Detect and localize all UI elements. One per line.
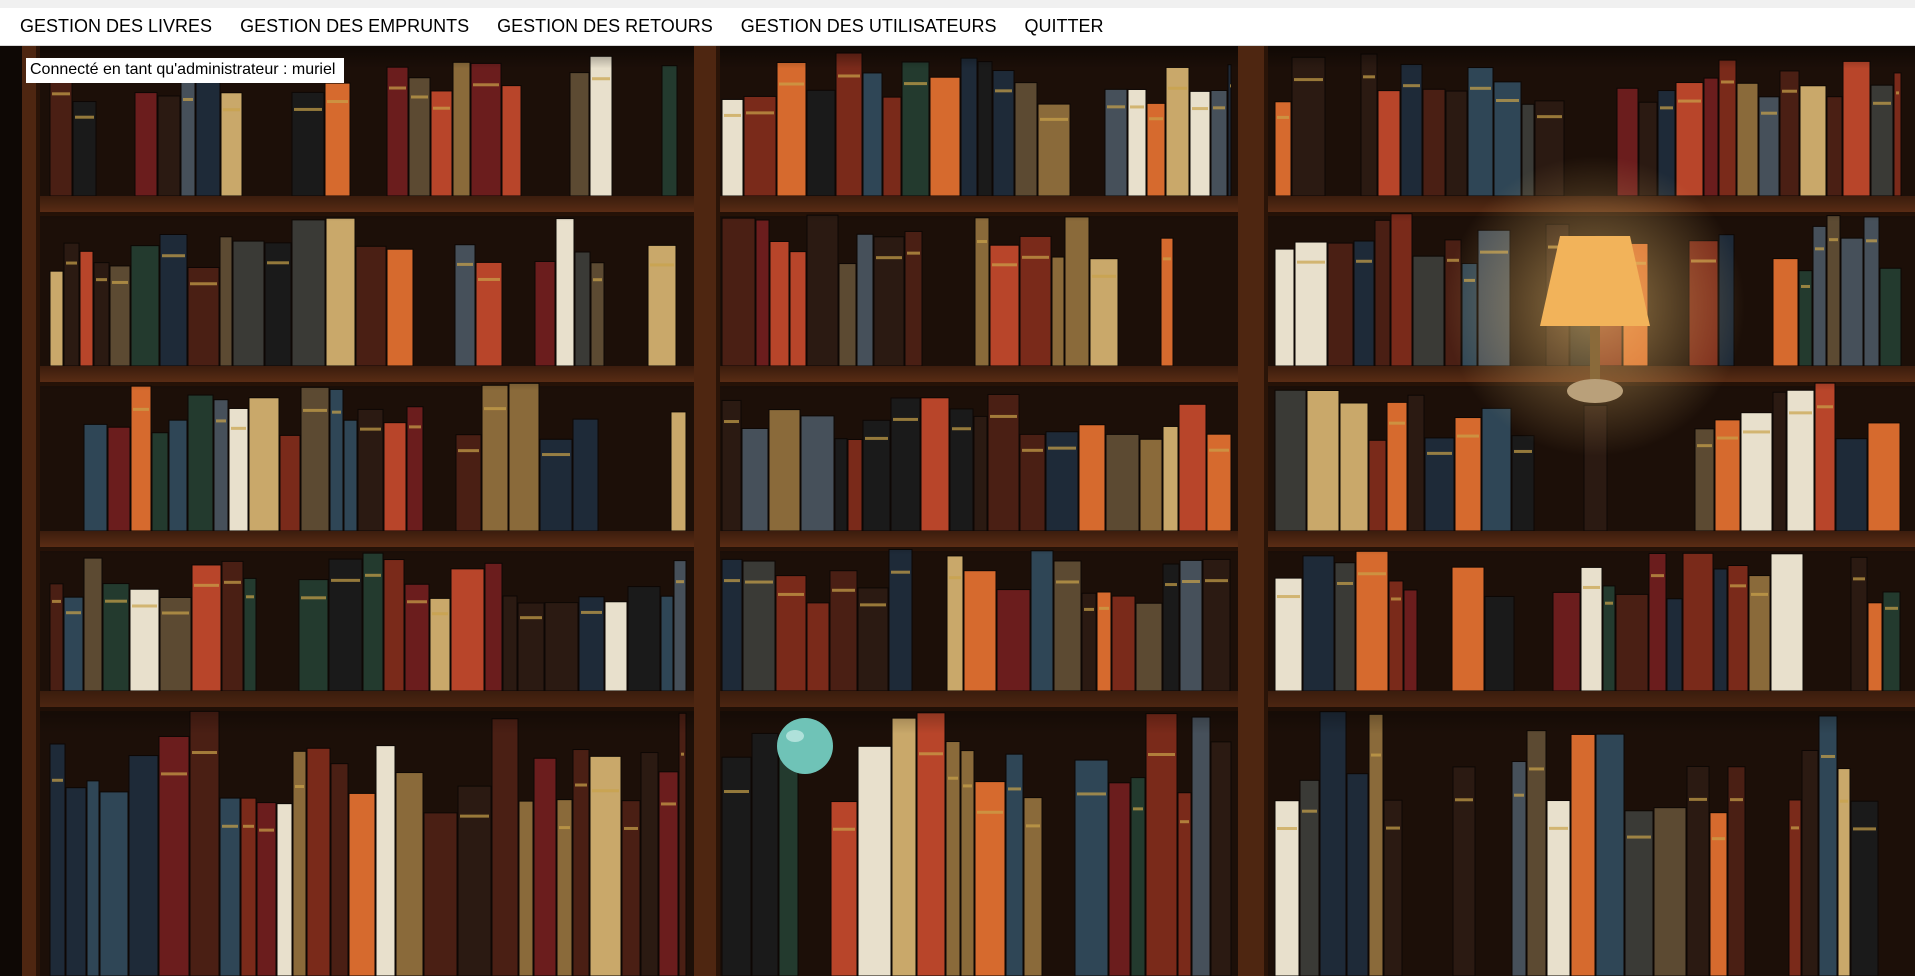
bookshelf-illustration (0, 46, 1915, 976)
menu-bar: GESTION DES LIVRES GESTION DES EMPRUNTS … (0, 8, 1915, 46)
logged-in-status: Connecté en tant qu'administrateur : mur… (26, 58, 345, 83)
bookshelf-background-image (0, 46, 1915, 976)
menu-item-returns[interactable]: GESTION DES RETOURS (483, 8, 727, 45)
menu-item-users[interactable]: GESTION DES UTILISATEURS (727, 8, 1011, 45)
menu-item-loans[interactable]: GESTION DES EMPRUNTS (226, 8, 483, 45)
menu-item-quit[interactable]: QUITTER (1011, 8, 1118, 45)
menu-item-books[interactable]: GESTION DES LIVRES (0, 8, 226, 45)
